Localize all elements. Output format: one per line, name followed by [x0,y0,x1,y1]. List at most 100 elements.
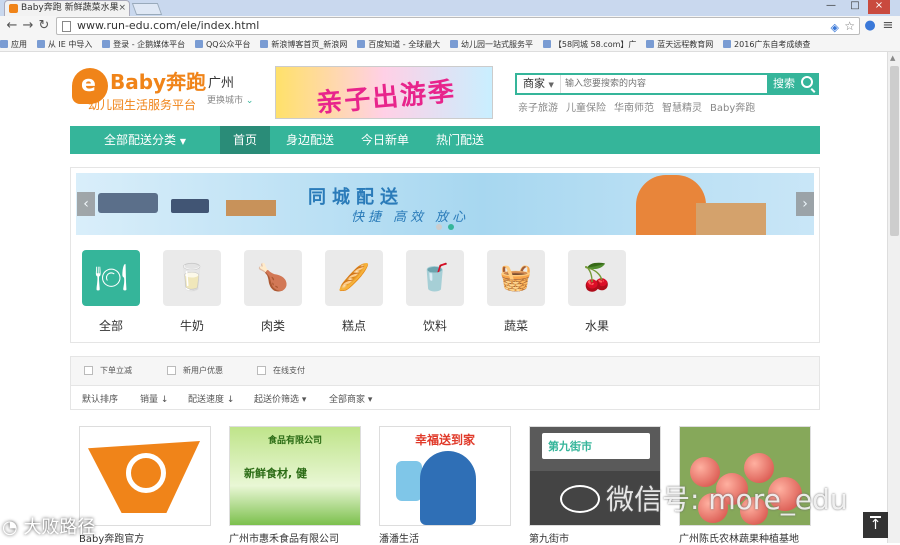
category-tile[interactable]: 🥛 [163,250,221,306]
apps-grid-icon [0,40,8,48]
bookmark-apps[interactable]: 应用 [0,37,27,51]
sort-speed[interactable]: 配送速度 ↓ [188,392,234,405]
forward-arrow-icon[interactable]: → [20,18,36,34]
category-label[interactable]: 肉类 [244,317,302,334]
search-icon [801,76,813,88]
shop-card[interactable]: 幸福送到家 [379,426,511,526]
bookmark-item[interactable]: QQ公众平台 [194,37,251,51]
nav-item-home[interactable]: 首页 [220,126,270,154]
tab-title: Baby奔跑 新鲜蔬菜水果 [21,3,119,13]
milk-icon: 🥛 [175,263,209,293]
promo-banner[interactable]: 亲子出游季 [275,66,493,119]
category-tile[interactable]: 🧺 [487,250,545,306]
search-type-dropdown[interactable]: 商家 ▼ [517,75,561,93]
carousel-prev-button[interactable]: ‹ [77,192,95,216]
bookmark-item[interactable]: 2016广东自考成绩查 [723,37,810,51]
bookmark-icon [357,40,366,48]
category-label[interactable]: 饮料 [406,317,464,334]
hot-word-link[interactable]: 亲子旅游 [518,103,558,114]
scroll-up-icon[interactable]: ▲ [890,54,895,62]
up-arrow-icon: ↑ [869,517,882,533]
boxes-graphic [226,200,276,216]
checkbox-online-pay[interactable] [257,366,266,375]
back-to-top-button[interactable]: ↑ [863,512,888,538]
bookmark-item[interactable]: 【58同城 58.com】广 [542,37,636,51]
reload-icon[interactable]: ↻ [36,18,52,34]
category-label[interactable]: 水果 [568,317,626,334]
nav-item-hot[interactable]: 热门配送 [420,126,500,154]
checkbox-discount[interactable] [84,366,93,375]
hot-word-link[interactable]: 智慧精灵 [662,103,702,114]
shop-banner-image: 幸福送到家 [380,427,510,525]
search-input[interactable] [565,75,769,93]
carousel-dot-active[interactable] [448,224,454,230]
sort-default[interactable]: 默认排序 [82,392,118,405]
category-tile[interactable]: 🥖 [325,250,383,306]
bookmark-item[interactable]: 幼儿园一站式服务平 [450,37,533,51]
carousel-dot[interactable] [436,224,442,230]
bookmark-item[interactable]: 新浪博客首页_新浪网 [260,37,347,51]
star-icon[interactable]: ☆ [844,18,855,34]
category-tile[interactable]: 🥤 [406,250,464,306]
checkbox-new-user[interactable] [167,366,176,375]
chevron-down-icon: ⌄ [245,96,254,106]
sort-min-price[interactable]: 起送价筛选 ▾ [254,392,306,405]
carousel-slide[interactable]: 同城配送 快捷 高效 放心 [76,173,814,235]
bookmarks-bar: 应用 从 IE 中导入 登录 - 企鹅媒体平台 QQ公众平台 新浪博客首页_新浪… [0,36,900,52]
close-window-button[interactable]: × [868,0,890,14]
filter-all-shops[interactable]: 全部商家 ▾ [329,392,372,405]
favicon-icon [9,4,18,13]
browser-title-bar: Baby奔跑 新鲜蔬菜水果 × — □ × [0,0,900,16]
bookmark-item[interactable]: 蓝天远程教育网 [646,37,713,51]
tab-close-icon[interactable]: × [118,1,126,15]
site-logo[interactable]: e Baby奔跑 幼儿园生活服务平台 [72,66,206,116]
maximize-button[interactable]: □ [844,0,866,14]
extension-icon[interactable]: ● [862,18,878,34]
bookmark-item[interactable]: 百度知道 - 全球最大 [357,37,440,51]
category-tile[interactable]: 🍽 [82,250,140,306]
nav-item-nearby[interactable]: 身边配送 [270,126,350,154]
city-switch-link[interactable]: 更换城市 ⌄ [207,93,253,106]
category-label[interactable]: 牛奶 [163,317,221,334]
back-arrow-icon[interactable]: ← [4,18,20,34]
category-label[interactable]: 蔬菜 [487,317,545,334]
address-bar[interactable]: www.run-edu.com/ele/index.html ◈ ☆ [56,17,860,35]
category-tile[interactable]: 🍗 [244,250,302,306]
category-label[interactable]: 全部 [82,317,140,334]
search-button[interactable]: 搜索 [767,75,817,93]
shop-card[interactable]: 食品有限公司 新鲜食材, 健 [229,426,361,526]
new-tab-button[interactable] [131,3,163,15]
bookmark-item[interactable]: 登录 - 企鹅媒体平台 [102,37,185,51]
page-scrollbar[interactable]: ▲ [887,52,900,543]
shop-card[interactable] [79,426,211,526]
menu-icon[interactable]: ≡ [880,18,896,34]
bookmark-item[interactable]: 从 IE 中导入 [36,37,92,51]
minimize-button[interactable]: — [820,0,842,14]
category-tile[interactable]: 🍒 [568,250,626,306]
bookmark-icon [646,40,655,48]
hot-word-link[interactable]: Baby奔跑 [710,103,755,114]
sort-bar [71,385,819,409]
category-label[interactable]: 糕点 [325,317,383,334]
bookmark-icon [102,40,111,48]
wechat-icon [560,485,600,513]
sort-sales[interactable]: 销量 ↓ [140,392,168,405]
browser-tab[interactable]: Baby奔跑 新鲜蔬菜水果 × [4,0,130,16]
checkbox-label: 在线支付 [273,366,305,375]
logo-tagline: 幼儿园生活服务平台 [88,98,197,112]
nav-item-new-today[interactable]: 今日新单 [350,126,420,154]
shield-icon[interactable]: ◈ [831,20,839,36]
carousel-slogan: 快捷 高效 放心 [351,210,470,225]
cherry-icon: 🍒 [580,263,614,293]
hot-word-link[interactable]: 儿童保险 [566,103,606,114]
basket-icon: 🧺 [499,263,533,293]
truck-graphic [171,199,209,213]
carousel-next-button[interactable]: › [796,192,814,216]
checkbox-label: 新用户优惠 [183,366,223,375]
all-categories-menu[interactable]: 全部配送分类 ▼ [70,126,220,154]
hot-word-link[interactable]: 华南师范 [614,103,654,114]
bookmark-icon [194,40,203,48]
browser-toolbar: ← → ↻ www.run-edu.com/ele/index.html ◈ ☆… [0,16,900,36]
scrollbar-thumb[interactable] [890,66,899,236]
plate-cutlery-icon: 🍽 [94,263,128,293]
